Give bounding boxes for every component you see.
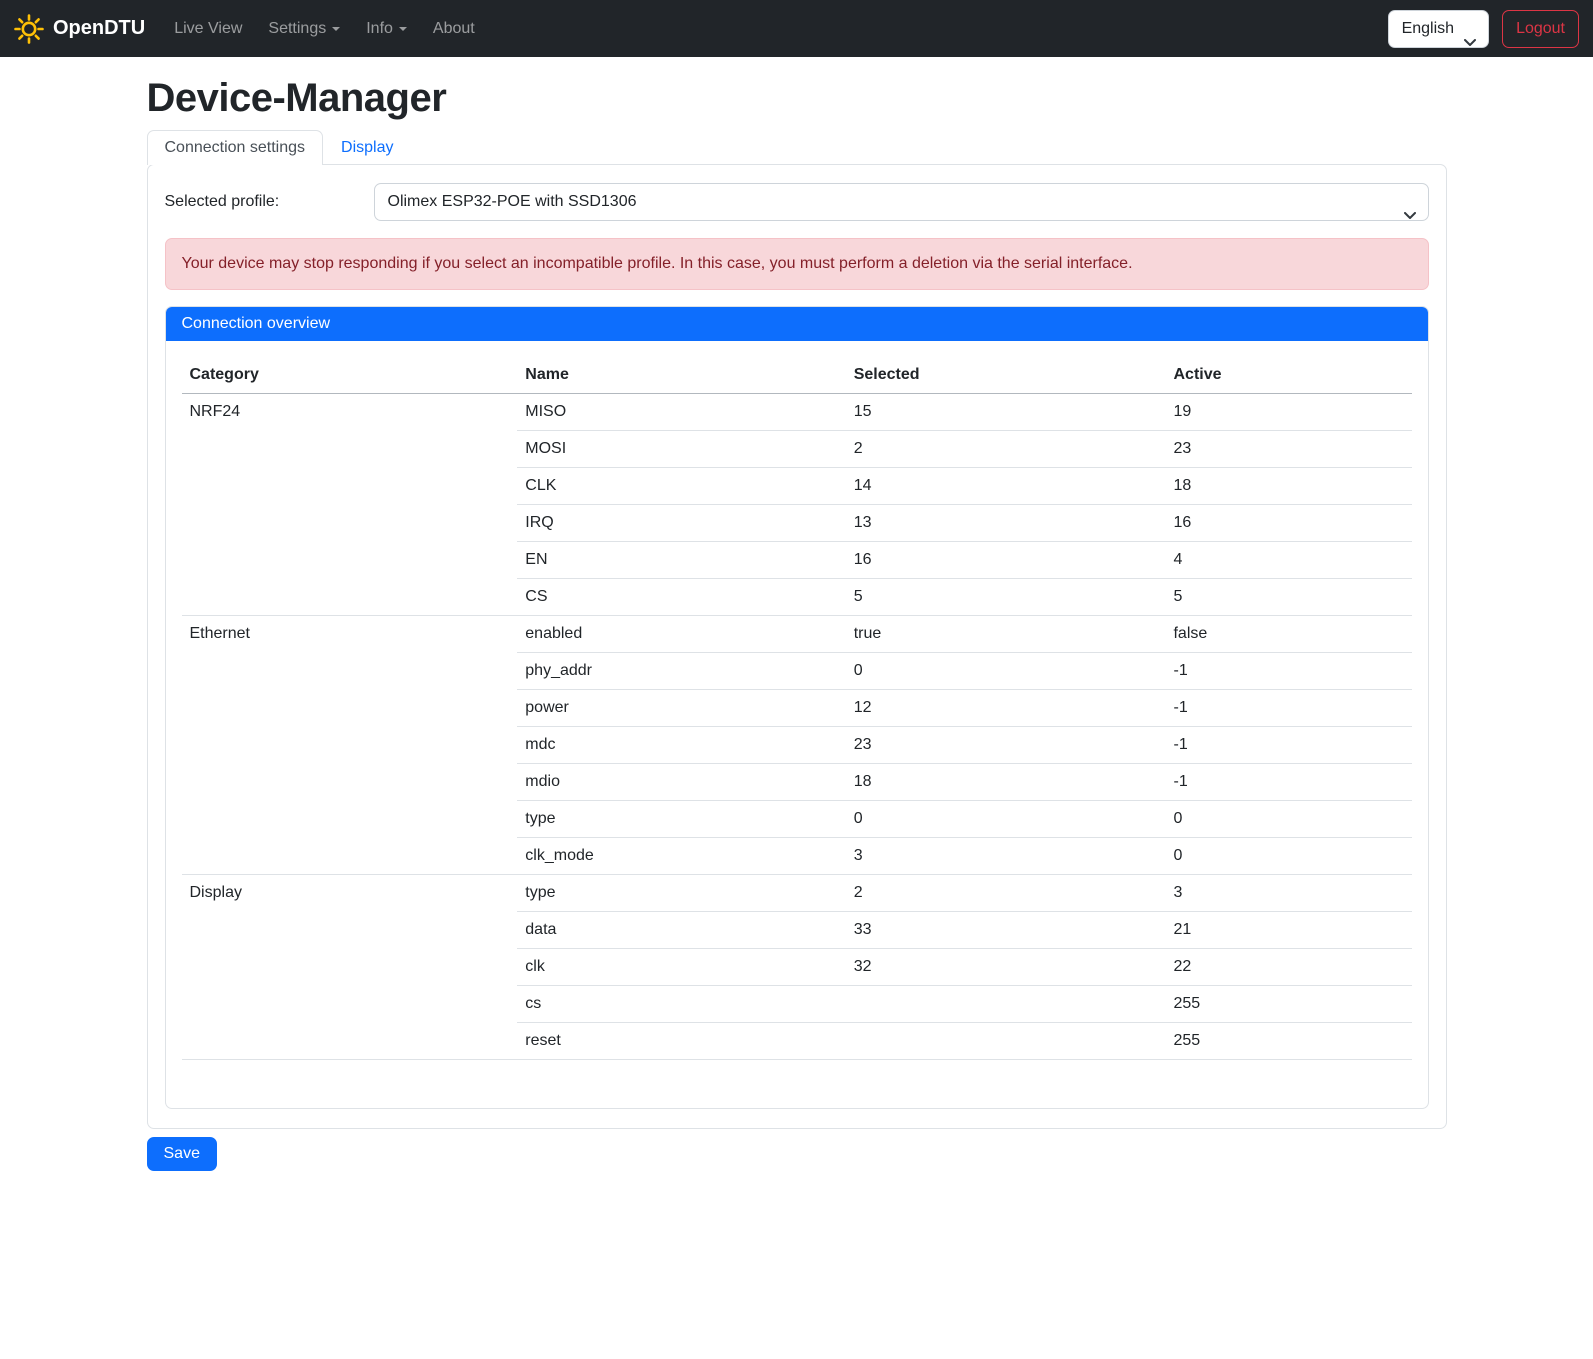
name-cell: power: [517, 690, 845, 727]
selected-cell: 12: [846, 690, 1166, 727]
name-cell: MISO: [517, 394, 845, 431]
profile-row: Selected profile: Olimex ESP32-POE with …: [165, 183, 1429, 221]
nav-item-about[interactable]: About: [420, 12, 488, 46]
caret-down-icon: [332, 27, 340, 31]
language-select[interactable]: English: [1388, 10, 1489, 48]
active-cell: 18: [1165, 468, 1411, 505]
tab-display[interactable]: Display: [323, 130, 411, 165]
selected-cell: 16: [846, 542, 1166, 579]
active-cell: 5: [1165, 579, 1411, 616]
nav-item-live-view[interactable]: Live View: [161, 12, 255, 46]
name-cell: clk_mode: [517, 838, 845, 875]
connection-overview-body: CategoryNameSelectedActive NRF24MISO1519…: [166, 341, 1428, 1108]
tab-connection-settings[interactable]: Connection settings: [147, 130, 324, 165]
selected-cell: 13: [846, 505, 1166, 542]
name-cell: cs: [517, 986, 845, 1023]
column-header-name: Name: [517, 357, 845, 394]
name-cell: data: [517, 912, 845, 949]
nav-links: Live ViewSettingsInfoAbout: [161, 12, 488, 46]
active-cell: 19: [1165, 394, 1411, 431]
chevron-down-icon: [1464, 25, 1476, 61]
active-cell: false: [1165, 616, 1411, 653]
brand-label: OpenDTU: [53, 17, 145, 40]
category-cell: Display: [182, 875, 518, 1060]
name-cell: CLK: [517, 468, 845, 505]
active-cell: -1: [1165, 764, 1411, 801]
name-cell: MOSI: [517, 431, 845, 468]
nav-item-info[interactable]: Info: [353, 12, 420, 46]
active-cell: -1: [1165, 690, 1411, 727]
tab-bar: Connection settingsDisplay: [147, 130, 1447, 164]
name-cell: mdc: [517, 727, 845, 764]
name-cell: mdio: [517, 764, 845, 801]
name-cell: CS: [517, 579, 845, 616]
incompatible-profile-alert: Your device may stop responding if you s…: [165, 238, 1429, 290]
category-cell: NRF24: [182, 394, 518, 616]
name-cell: EN: [517, 542, 845, 579]
active-cell: 0: [1165, 838, 1411, 875]
selected-cell: 14: [846, 468, 1166, 505]
column-header-category: Category: [182, 357, 518, 394]
selected-cell: 2: [846, 431, 1166, 468]
main-container: Device-Manager Connection settingsDispla…: [147, 76, 1447, 1171]
active-cell: 22: [1165, 949, 1411, 986]
table-row: NRF24MISO1519: [182, 394, 1412, 431]
connection-overview-header: Connection overview: [166, 307, 1428, 341]
name-cell: phy_addr: [517, 653, 845, 690]
active-cell: -1: [1165, 727, 1411, 764]
selected-cell: 0: [846, 653, 1166, 690]
chevron-down-icon: [1404, 198, 1416, 221]
name-cell: enabled: [517, 616, 845, 653]
selected-cell: 5: [846, 579, 1166, 616]
active-cell: 23: [1165, 431, 1411, 468]
name-cell: clk: [517, 949, 845, 986]
category-cell: Ethernet: [182, 616, 518, 875]
profile-label: Selected profile:: [165, 193, 374, 211]
selected-cell: true: [846, 616, 1166, 653]
active-cell: 255: [1165, 1023, 1411, 1060]
save-button[interactable]: Save: [147, 1137, 217, 1171]
profile-select-value: Olimex ESP32-POE with SSD1306: [388, 193, 637, 210]
selected-cell: [846, 1023, 1166, 1060]
active-cell: 0: [1165, 801, 1411, 838]
selected-cell: 15: [846, 394, 1166, 431]
active-cell: 21: [1165, 912, 1411, 949]
active-cell: 4: [1165, 542, 1411, 579]
table-row: Ethernetenabledtruefalse: [182, 616, 1412, 653]
column-header-selected: Selected: [846, 357, 1166, 394]
column-header-active: Active: [1165, 357, 1411, 394]
active-cell: -1: [1165, 653, 1411, 690]
nav-item-settings[interactable]: Settings: [255, 12, 353, 46]
brand[interactable]: OpenDTU: [14, 14, 161, 44]
name-cell: type: [517, 801, 845, 838]
connection-table: CategoryNameSelectedActive NRF24MISO1519…: [182, 357, 1412, 1060]
name-cell: reset: [517, 1023, 845, 1060]
selected-cell: 3: [846, 838, 1166, 875]
selected-cell: 33: [846, 912, 1166, 949]
sun-icon: [14, 14, 44, 44]
name-cell: type: [517, 875, 845, 912]
active-cell: 16: [1165, 505, 1411, 542]
connection-overview-card: Connection overview CategoryNameSelected…: [165, 306, 1429, 1109]
selected-cell: 32: [846, 949, 1166, 986]
selected-cell: 18: [846, 764, 1166, 801]
selected-cell: 0: [846, 801, 1166, 838]
table-header-row: CategoryNameSelectedActive: [182, 357, 1412, 394]
selected-cell: 23: [846, 727, 1166, 764]
profile-select[interactable]: Olimex ESP32-POE with SSD1306: [374, 183, 1429, 221]
selected-cell: 2: [846, 875, 1166, 912]
caret-down-icon: [399, 27, 407, 31]
name-cell: IRQ: [517, 505, 845, 542]
table-row: Displaytype23: [182, 875, 1412, 912]
language-select-value: English: [1402, 20, 1454, 37]
logout-button[interactable]: Logout: [1502, 10, 1579, 48]
top-navbar: OpenDTU Live ViewSettingsInfoAbout Engli…: [0, 0, 1593, 57]
page-title: Device-Manager: [147, 76, 1447, 121]
active-cell: 3: [1165, 875, 1411, 912]
selected-cell: [846, 986, 1166, 1023]
connection-settings-panel: Selected profile: Olimex ESP32-POE with …: [147, 164, 1447, 1129]
active-cell: 255: [1165, 986, 1411, 1023]
